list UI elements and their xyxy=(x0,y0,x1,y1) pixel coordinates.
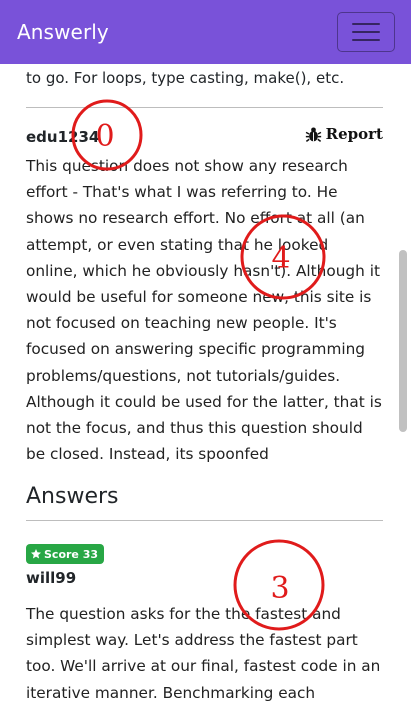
report-button[interactable]: Report xyxy=(305,125,383,143)
score-label: Score 33 xyxy=(44,547,99,561)
top-navbar: Answerly xyxy=(0,0,411,64)
answer-body: The question asks for the the fastest an… xyxy=(26,605,381,712)
comment-author[interactable]: edu1234 xyxy=(26,128,99,146)
divider xyxy=(26,107,383,108)
hamburger-icon xyxy=(352,23,380,25)
question-tail-text: to go. For loops, type casting, make(), … xyxy=(26,69,345,87)
report-label: Report xyxy=(325,125,383,143)
divider xyxy=(26,520,383,521)
score-badge: Score 33 xyxy=(26,544,105,564)
answer-author[interactable]: will99 xyxy=(26,569,76,587)
brand-logo[interactable]: Answerly xyxy=(17,20,109,44)
clipped-text-line xyxy=(26,64,256,66)
main-content[interactable]: to go. For loops, type casting, make(), … xyxy=(0,64,392,712)
star-icon xyxy=(31,549,41,559)
scrollbar-thumb[interactable] xyxy=(399,250,407,432)
comment-body: This question does not show any research… xyxy=(26,157,382,464)
bug-icon xyxy=(305,126,321,142)
menu-toggle-button[interactable] xyxy=(337,12,395,52)
answers-heading: Answers xyxy=(26,484,119,509)
